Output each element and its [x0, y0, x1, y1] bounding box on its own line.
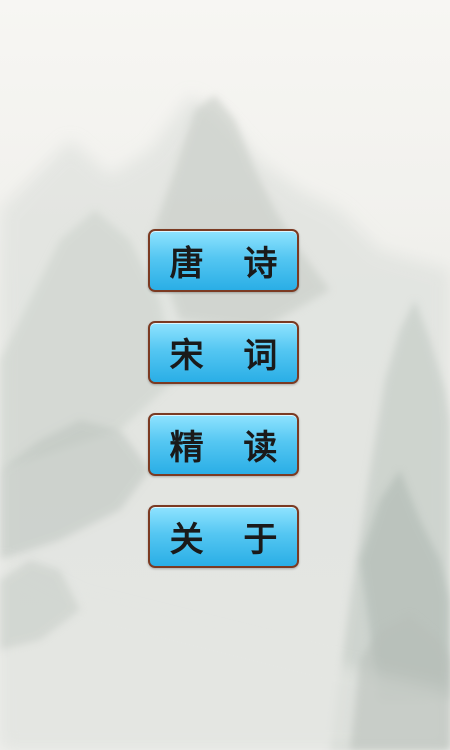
about-label: 关 于 — [169, 520, 292, 560]
close-reading-label: 精 读 — [169, 428, 292, 468]
song-ci-button[interactable]: 宋 词 — [148, 321, 299, 384]
tang-poems-label: 唐 诗 — [169, 244, 292, 284]
tang-poems-button[interactable]: 唐 诗 — [148, 229, 299, 292]
main-menu: 唐 诗 宋 词 精 读 关 于 — [148, 229, 301, 597]
close-reading-button[interactable]: 精 读 — [148, 413, 299, 476]
app-screen: 唐 诗 宋 词 精 读 关 于 — [0, 0, 450, 750]
about-button[interactable]: 关 于 — [148, 505, 299, 568]
song-ci-label: 宋 词 — [169, 336, 292, 376]
